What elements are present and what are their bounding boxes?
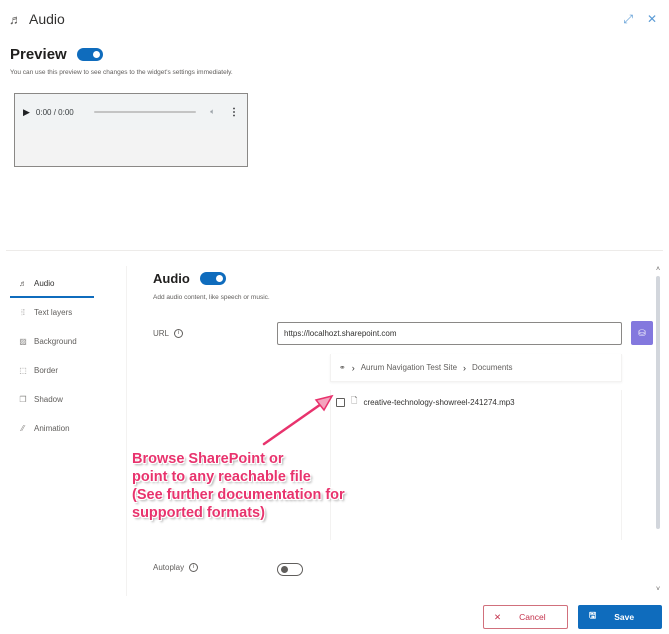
audio-toggle[interactable] bbox=[199, 272, 226, 285]
breadcrumb-site[interactable]: Aurum Navigation Test Site bbox=[361, 363, 457, 372]
settings-sidebar: ♬ Audio ⦙⁞ Text layers ▨ Background ⬚ Bo… bbox=[10, 270, 94, 443]
sidebar-item-label: Border bbox=[34, 366, 59, 375]
player-seek-bar[interactable] bbox=[93, 111, 197, 113]
audio-section-header: Audio bbox=[153, 271, 226, 286]
breadcrumb-library[interactable]: Documents bbox=[472, 363, 512, 372]
animation-icon: ⁄⁄ bbox=[21, 424, 25, 433]
player-time: 0:00 / 0:00 bbox=[35, 107, 74, 117]
sidebar-item-label: Audio bbox=[34, 278, 55, 288]
file-list: 🗋︎ creative-technology-showreel-241274.m… bbox=[330, 390, 622, 540]
play-icon[interactable]: ▶ bbox=[23, 107, 30, 118]
autoplay-toggle[interactable] bbox=[277, 563, 303, 576]
sidebar-item-label: Text layers bbox=[34, 308, 73, 317]
sidebar-item-label: Animation bbox=[34, 424, 70, 433]
chevron-up-icon[interactable]: ˄ bbox=[654, 266, 662, 276]
sidebar-item-shadow[interactable]: ❐ Shadow bbox=[10, 385, 94, 414]
save-icon: 🖫︎ bbox=[589, 610, 597, 620]
audio-description: Add audio content, like speech or music. bbox=[153, 294, 270, 301]
save-button[interactable]: 🖫︎ Save bbox=[578, 605, 662, 629]
file-icon: 🗋︎ bbox=[351, 396, 358, 405]
preview-header: Preview bbox=[10, 46, 103, 63]
music-note-icon: ♬ bbox=[9, 11, 22, 27]
annotation-line: point to any reachable file bbox=[132, 469, 311, 485]
url-input[interactable] bbox=[277, 322, 622, 345]
file-name[interactable]: creative-technology-showreel-241274.mp3 bbox=[363, 398, 514, 407]
preview-toggle[interactable] bbox=[76, 48, 103, 61]
sidebar-item-text-layers[interactable]: ⦙⁞ Text layers bbox=[10, 298, 94, 327]
list-item[interactable]: 🗋︎ creative-technology-showreel-241274.m… bbox=[331, 390, 621, 409]
music-note-icon: ♬ bbox=[19, 278, 27, 288]
autoplay-label-group: Autoplay i bbox=[153, 563, 199, 572]
settings-scrollbar[interactable]: ˄ ˅ bbox=[654, 266, 662, 596]
file-browser: ⚭ › Aurum Navigation Test Site › Documen… bbox=[330, 354, 622, 540]
chevron-down-icon[interactable]: ˅ bbox=[654, 586, 662, 596]
more-options-icon[interactable]: ⋮ bbox=[229, 107, 239, 118]
volume-icon[interactable]: 🔈︎ bbox=[210, 107, 215, 117]
sidebar-item-label: Background bbox=[34, 337, 77, 346]
sharepoint-site-icon[interactable]: ⚭ bbox=[339, 363, 346, 372]
audio-player: ▶ 0:00 / 0:00 🔈︎ ⋮ bbox=[15, 94, 247, 130]
cancel-label: Cancel bbox=[519, 612, 546, 622]
window-controls: ⤢ ✕ bbox=[623, 12, 657, 27]
breadcrumb: ⚭ › Aurum Navigation Test Site › Documen… bbox=[330, 354, 622, 382]
close-icon: ✕ bbox=[494, 611, 502, 622]
sidebar-item-animation[interactable]: ⁄⁄ Animation bbox=[10, 414, 94, 443]
url-label: URL bbox=[153, 329, 170, 338]
audio-heading: Audio bbox=[153, 271, 190, 286]
annotation-arrow bbox=[262, 394, 334, 446]
sidebar-item-label: Shadow bbox=[34, 395, 63, 404]
browse-sharepoint-button[interactable]: ⛁ bbox=[631, 321, 653, 345]
dialog-header: ♬ Audio bbox=[9, 11, 65, 27]
close-icon[interactable]: ✕ bbox=[647, 12, 657, 27]
text-layers-icon: ⦙⁞ bbox=[20, 307, 25, 317]
section-divider bbox=[6, 250, 663, 251]
chevron-right-icon: › bbox=[463, 362, 467, 373]
annotation-line: supported formats) bbox=[132, 505, 265, 521]
sidebar-item-background[interactable]: ▨ Background bbox=[10, 327, 94, 356]
sharepoint-icon: ⛁ bbox=[638, 327, 646, 338]
autoplay-label: Autoplay bbox=[153, 563, 185, 572]
annotation-line: (See further documentation for bbox=[132, 487, 345, 503]
expand-icon[interactable]: ⤢ bbox=[623, 12, 633, 27]
sidebar-item-border[interactable]: ⬚ Border bbox=[10, 356, 94, 385]
annotation-line: Browse SharePoint or bbox=[132, 451, 284, 467]
scrollbar-thumb[interactable] bbox=[656, 276, 660, 529]
dialog-title: Audio bbox=[29, 11, 65, 27]
chevron-right-icon: › bbox=[351, 362, 355, 373]
save-label: Save bbox=[614, 612, 635, 622]
shadow-icon: ❐ bbox=[19, 395, 27, 404]
info-icon[interactable]: i bbox=[174, 329, 184, 338]
dialog-footer: ✕ Cancel 🖫︎ Save bbox=[483, 605, 662, 629]
background-icon: ▨ bbox=[19, 337, 27, 346]
sidebar-item-audio[interactable]: ♬ Audio bbox=[10, 270, 94, 298]
url-label-group: URL i bbox=[153, 329, 184, 338]
preview-description: You can use this preview to see changes … bbox=[10, 69, 233, 76]
sidebar-divider bbox=[126, 266, 127, 596]
preview-heading: Preview bbox=[10, 46, 67, 63]
annotation-text: Browse SharePoint or point to any reacha… bbox=[132, 450, 345, 522]
cancel-button[interactable]: ✕ Cancel bbox=[483, 605, 568, 629]
border-icon: ⬚ bbox=[19, 366, 27, 375]
preview-frame: ▶ 0:00 / 0:00 🔈︎ ⋮ bbox=[14, 93, 248, 167]
info-icon[interactable]: i bbox=[189, 563, 199, 572]
